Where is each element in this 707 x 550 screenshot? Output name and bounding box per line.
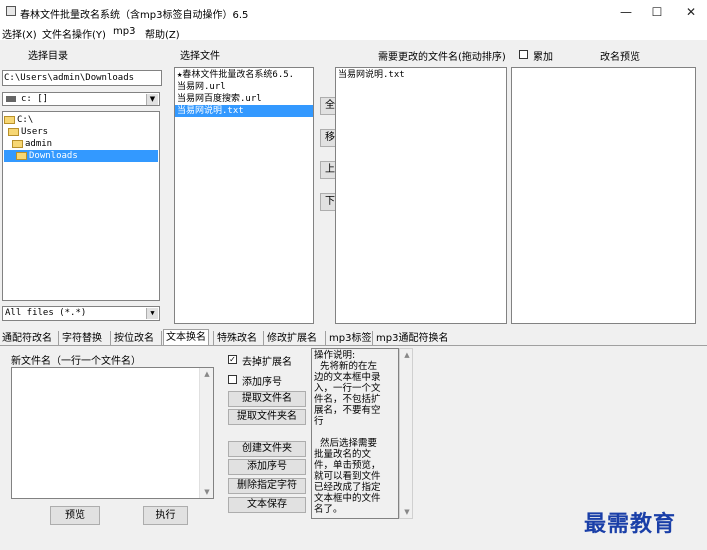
folder-open-icon	[4, 115, 15, 124]
help-scrollbar[interactable]: ▲ ▼	[399, 348, 413, 519]
new-name-label: 新文件名（一行一个文件名）	[11, 356, 141, 367]
tab-string-replace[interactable]: 字符替换	[60, 331, 104, 346]
accumulate-label: 累加	[533, 52, 553, 63]
tab-divider	[263, 331, 264, 345]
remove-ext-checkbox[interactable]: ✓	[228, 355, 237, 364]
save-text-button[interactable]: 文本保存	[228, 497, 306, 513]
delete-chars-button[interactable]: 删除指定字符	[228, 478, 306, 494]
remove-ext-label: 去掉扩展名	[242, 357, 292, 368]
tab-baseline	[0, 345, 707, 346]
scroll-down-icon[interactable]: ▼	[200, 488, 213, 496]
preview-header: 改名预览	[600, 52, 640, 63]
tab-divider	[58, 331, 59, 345]
preview-button[interactable]: 预览	[50, 506, 100, 525]
execute-button[interactable]: 执行	[143, 506, 188, 525]
file-filter-select[interactable]: All files (*.*) ▼	[2, 306, 160, 321]
tab-position-rename[interactable]: 按位改名	[112, 331, 156, 346]
rename-file-list[interactable]: 当易网说明.txt	[335, 67, 507, 324]
new-names-textarea[interactable]: ▲ ▼	[11, 367, 214, 499]
create-folder-button[interactable]: 创建文件夹	[228, 441, 306, 457]
scroll-down-icon[interactable]: ▼	[400, 508, 414, 516]
rename-file-item[interactable]: 当易网说明.txt	[338, 69, 504, 81]
drive-value: c: []	[21, 94, 49, 104]
app-icon	[6, 6, 16, 16]
menu-filename-ops[interactable]: 文件名操作(Y)	[42, 26, 106, 41]
drive-select[interactable]: c: [] ▼	[2, 92, 160, 106]
tab-divider	[110, 331, 111, 345]
tree-item-admin[interactable]: admin	[4, 138, 158, 150]
tab-change-extension[interactable]: 修改扩展名	[265, 331, 319, 346]
tree-item-users[interactable]: Users	[4, 126, 158, 138]
watermark-logo: 最需教育	[584, 511, 677, 537]
folder-open-icon	[12, 139, 23, 148]
minimize-button[interactable]: —	[610, 0, 642, 24]
tab-special-rename[interactable]: 特殊改名	[215, 331, 259, 346]
file-item[interactable]: 当易网百度搜索.url	[175, 93, 313, 105]
scroll-up-icon[interactable]: ▲	[200, 370, 213, 378]
menu-select[interactable]: 选择(X)	[2, 26, 37, 41]
file-item[interactable]: 当易网.url	[175, 81, 313, 93]
tree-item-root[interactable]: C:\	[4, 114, 158, 126]
window-title: 春林文件批量改名系统（含mp3标签自动操作）6.5	[20, 10, 249, 21]
title-bar: 春林文件批量改名系统（含mp3标签自动操作）6.5 — ☐ ✕	[0, 0, 707, 24]
close-button[interactable]: ✕	[675, 0, 707, 24]
chevron-down-icon[interactable]: ▼	[146, 94, 158, 105]
chevron-down-icon[interactable]: ▼	[146, 308, 158, 319]
tab-divider	[372, 331, 373, 345]
scroll-up-icon[interactable]: ▲	[400, 351, 414, 359]
folder-open-icon	[8, 127, 19, 136]
extract-filename-button[interactable]: 提取文件名	[228, 391, 306, 407]
drive-icon	[6, 96, 16, 102]
rename-list-header: 需要更改的文件名(拖动排序)	[378, 52, 506, 63]
tab-mp3-tags[interactable]: mp3标签	[327, 331, 373, 346]
extract-foldername-button[interactable]: 提取文件夹名	[228, 409, 306, 425]
tab-divider	[213, 331, 214, 345]
help-text: 操作说明: 先将新的在左边的文本框中录入，一行一个文件名，不包括扩展名，不要有空…	[311, 348, 399, 519]
vertical-scrollbar[interactable]: ▲ ▼	[199, 368, 213, 498]
select-dir-header: 选择目录	[28, 51, 68, 62]
directory-tree[interactable]: C:\ Users admin Downloads	[2, 111, 160, 301]
file-item-selected[interactable]: 当易网说明.txt	[175, 105, 313, 117]
tab-mp3-wildcard-rename[interactable]: mp3通配符换名	[374, 331, 450, 346]
tab-text-rename[interactable]: 文本换名	[163, 329, 209, 345]
file-item[interactable]: ★春林文件批量改名系统6.5.	[175, 69, 313, 81]
menu-mp3[interactable]: mp3	[113, 26, 135, 37]
file-filter-value: All files (*.*)	[5, 308, 87, 318]
tab-divider	[161, 331, 162, 345]
add-seq-label: 添加序号	[242, 377, 282, 388]
add-seq-checkbox[interactable]	[228, 375, 237, 384]
rename-preview-list[interactable]	[511, 67, 696, 324]
tab-wildcard-rename[interactable]: 通配符改名	[0, 331, 54, 346]
tab-divider	[325, 331, 326, 345]
menu-help[interactable]: 帮助(Z)	[145, 26, 180, 41]
maximize-button[interactable]: ☐	[641, 0, 673, 24]
add-seq-button[interactable]: 添加序号	[228, 459, 306, 475]
tree-item-downloads[interactable]: Downloads	[4, 150, 158, 162]
dir-path-field[interactable]: C:\Users\admin\Downloads	[2, 70, 162, 86]
select-file-header: 选择文件	[180, 51, 220, 62]
file-list[interactable]: ★春林文件批量改名系统6.5. 当易网.url 当易网百度搜索.url 当易网说…	[174, 67, 314, 324]
menu-bar: 选择(X) 文件名操作(Y) mp3 帮助(Z)	[0, 24, 707, 41]
accumulate-checkbox[interactable]	[519, 50, 528, 59]
folder-open-icon	[16, 151, 27, 160]
